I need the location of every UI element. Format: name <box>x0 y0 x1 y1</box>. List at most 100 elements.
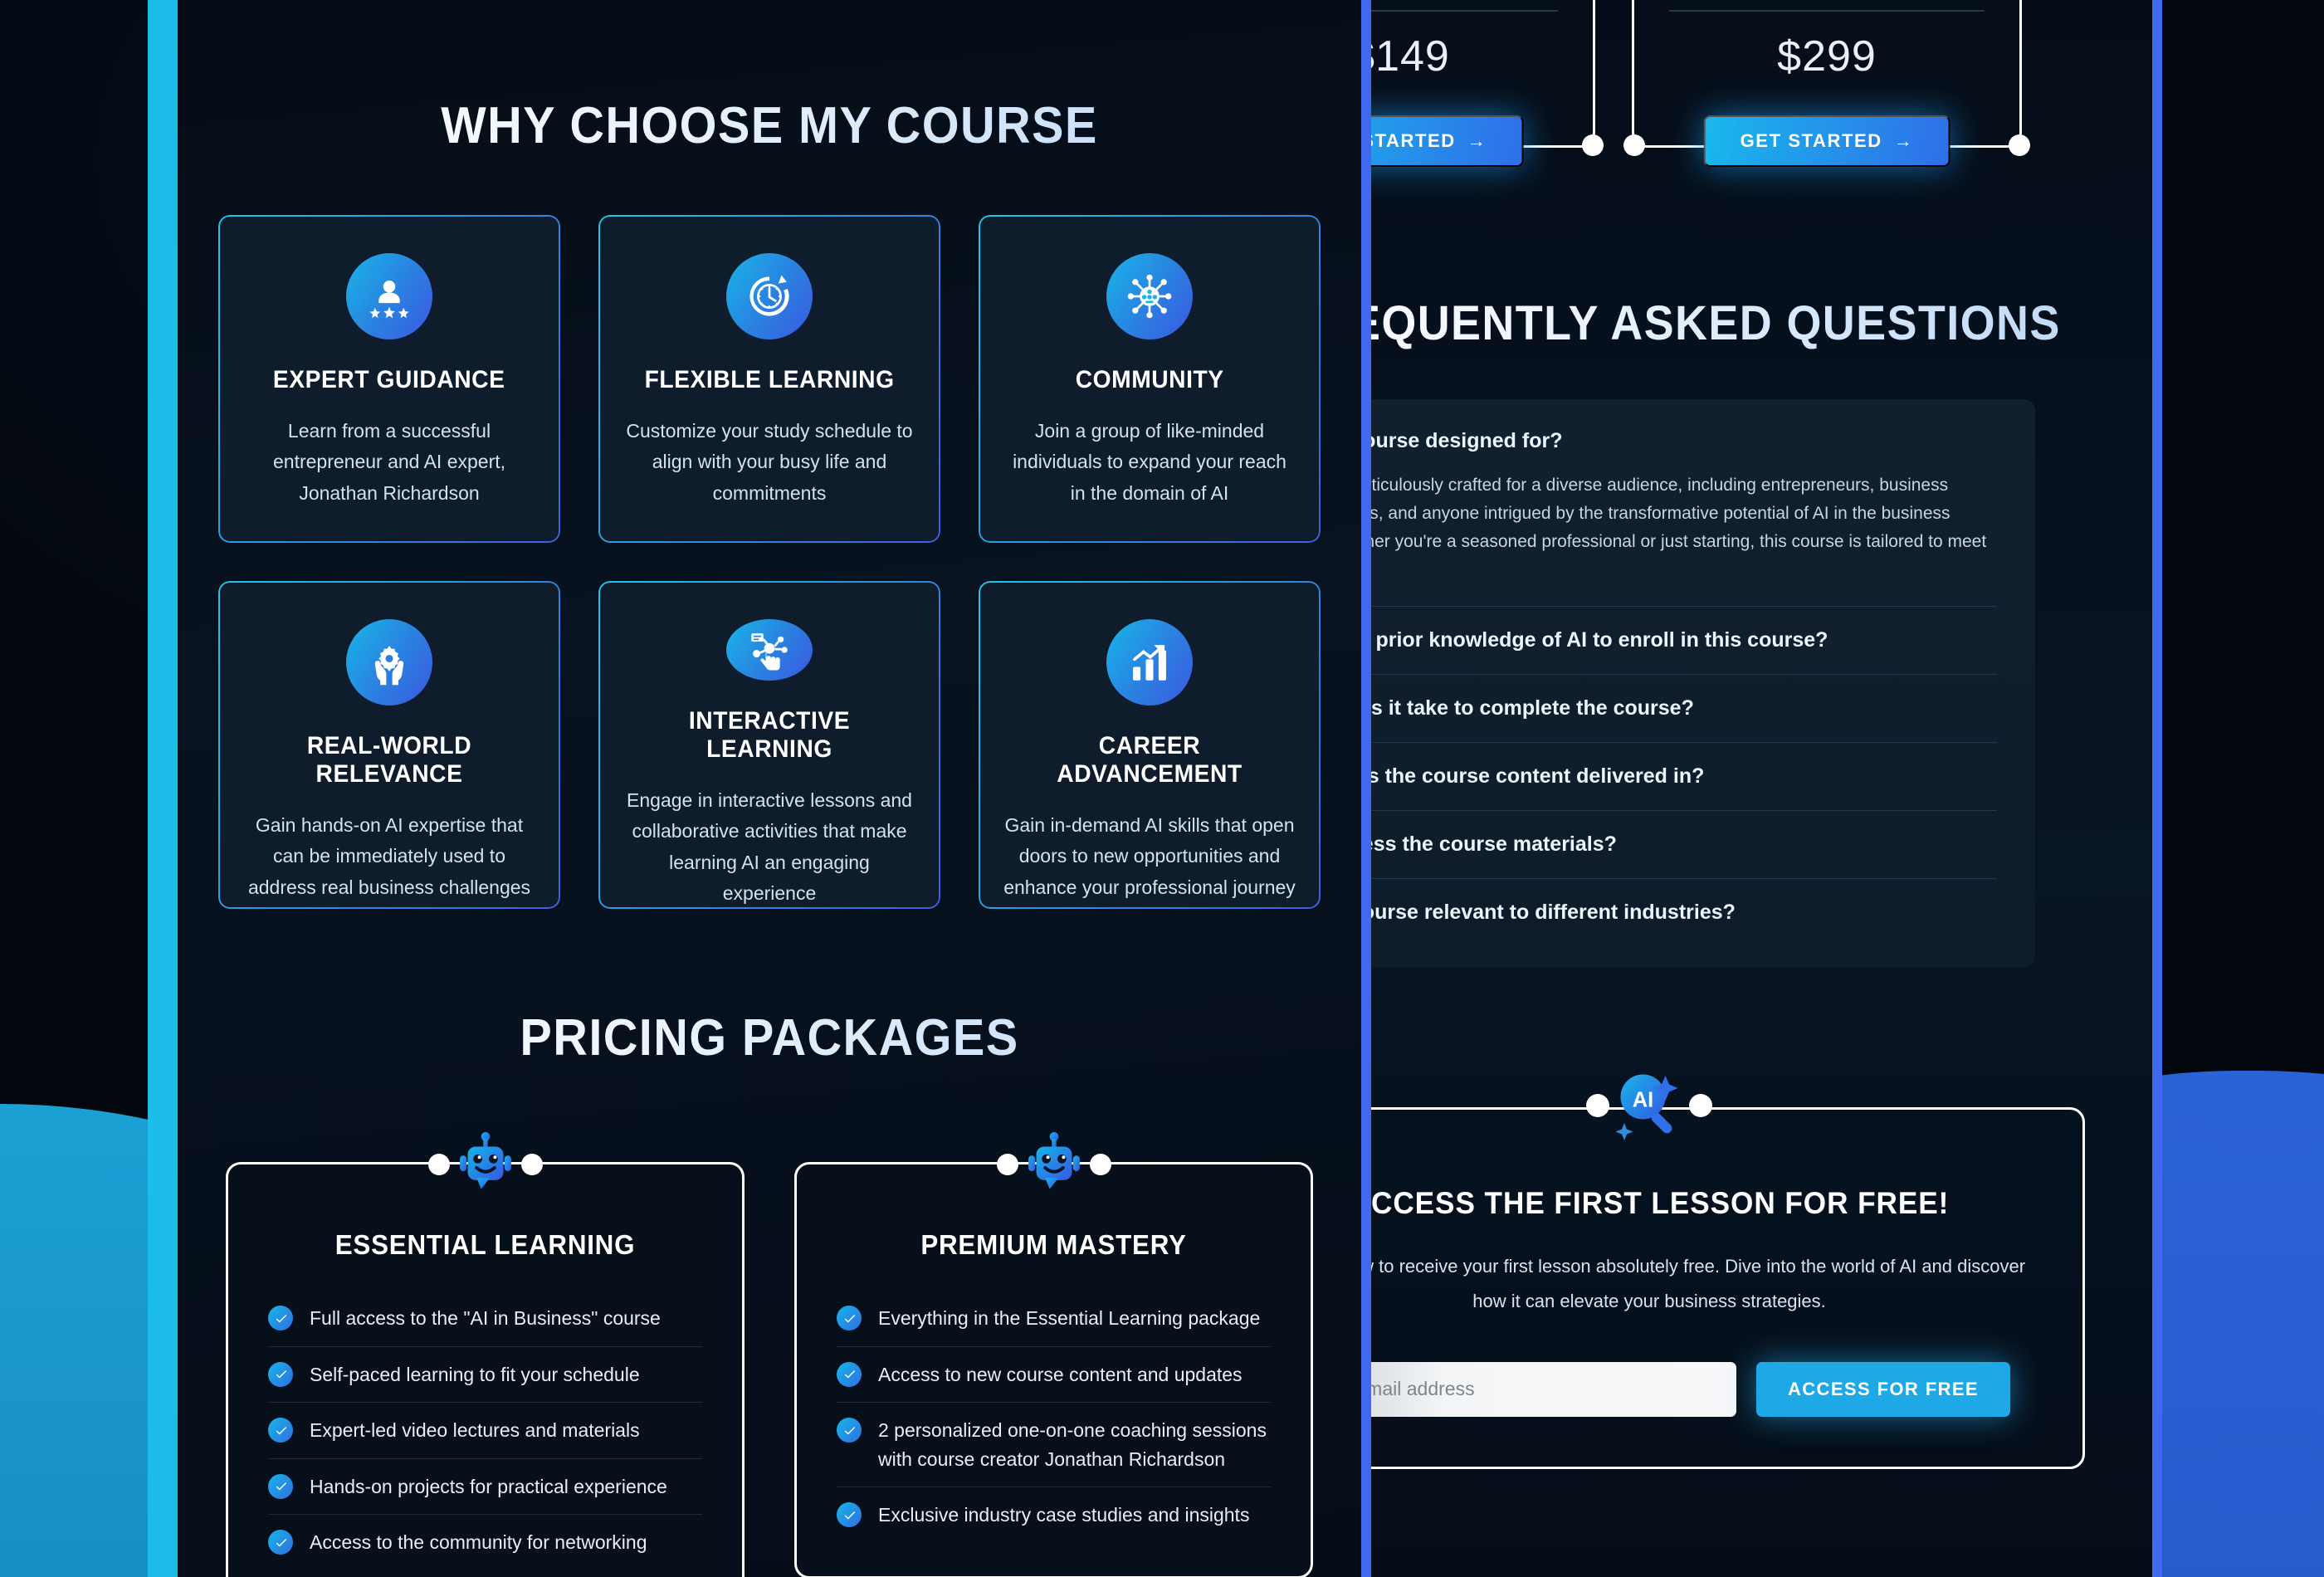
card-left-dot <box>1623 134 1645 156</box>
plan-notch <box>398 1190 573 1193</box>
pricing-title: PRICING PACKAGES <box>219 1008 1320 1067</box>
get-started-button[interactable]: GET STARTED → <box>1361 115 1524 167</box>
plan-title: ESSENTIAL LEARNING <box>334 1229 636 1260</box>
card-divider <box>1668 10 1985 12</box>
plan-box: PREMIUM MASTERY Everything in the Essenti… <box>794 1132 1313 1577</box>
career-growth-chart-icon <box>1106 619 1193 706</box>
plan-feature-label: Expert-led video lectures and materials <box>310 1419 640 1441</box>
plan-feature-label: Access to new course content and updates <box>878 1363 1243 1385</box>
card-right-dot <box>1582 134 1604 156</box>
feature-card-title: EXPERT GUIDANCE <box>273 366 505 393</box>
expert-person-stars-icon <box>346 253 432 339</box>
plan-feature-label: 2 personalized one-on-one coaching sessi… <box>878 1419 1267 1470</box>
feature-card-description: Learn from a successful entrepreneur and… <box>272 420 506 504</box>
feature-card-description: Join a group of like-minded individuals … <box>1013 420 1286 504</box>
plan-feature-item: Self-paced learning to fit your schedule <box>268 1347 702 1403</box>
cta-box: ACCESS THE FIRST LESSON FOR FREE! Sign u… <box>1361 1107 2085 1469</box>
faq-question: Who is this course designed for? <box>1363 429 1563 452</box>
arrow-right-icon: → <box>1467 130 1487 151</box>
faq-question: How do I access the course materials? <box>1361 832 1617 857</box>
plan-box: ESSENTIAL LEARNING Full access to the "AI… <box>226 1132 745 1577</box>
faq-item[interactable]: Who is this course designed for? This cou… <box>1361 408 1997 608</box>
plan-feature-item: Everything in the Essential Learning pac… <box>837 1291 1271 1347</box>
pricing-plan-card: PREMIUM MASTERY Everything in the Essenti… <box>794 1132 1313 1577</box>
feature-card-title: REAL-WORLD RELEVANCE <box>306 732 472 788</box>
faq-list: Who is this course designed for? This cou… <box>1361 399 2035 969</box>
right-window: $149 GET STARTED → $299 GET STARTED → FREQUEN… <box>1361 0 2162 1577</box>
screenshot-root: WHY CHOOSE MY COURSE EXPERT GUIDANCE Lear… <box>0 0 2324 1577</box>
plan-left-dot <box>427 1154 450 1175</box>
plan-feature-item: Expert-led video lectures and materials <box>268 1403 702 1459</box>
feature-card: FLEXIBLE LEARNING Customize your study sc… <box>598 215 940 543</box>
arrow-right-icon: → <box>1893 130 1914 151</box>
cta-subtitle: Sign up now to receive your first lesson… <box>1361 1256 2026 1311</box>
check-circle-icon <box>268 1361 293 1387</box>
feature-card: EXPERT GUIDANCE Learn from a successful e… <box>218 215 560 543</box>
plan-feature-item: 2 personalized one-on-one coaching sessi… <box>837 1403 1271 1487</box>
faq-title: FREQUENTLY ASKED QUESTIONS <box>1371 295 2119 351</box>
get-started-button[interactable]: GET STARTED → <box>1703 115 1950 167</box>
check-circle-icon <box>268 1418 293 1443</box>
access-for-free-button[interactable]: ACCESS FOR FREE <box>1755 1361 2011 1417</box>
feature-card: REAL-WORLD RELEVANCE Gain hands-on AI exp… <box>218 581 560 909</box>
plan-right-dot <box>520 1154 543 1175</box>
pricing-plan-grid: ESSENTIAL LEARNING Full access to the "AI… <box>178 1132 1361 1577</box>
plan-feature-label: Exclusive industry case studies and insi… <box>878 1504 1250 1526</box>
right-pricing-cards-row: $149GET STARTED→ $299 GET STARTED → <box>1371 0 2152 167</box>
faq-answer: This course is meticulously crafted for … <box>1361 476 1987 552</box>
faq-question: How long does it take to complete the co… <box>1361 696 1694 720</box>
right-pricing-card: $299 GET STARTED → <box>1623 0 2030 167</box>
feature-card-title: INTERACTIVE LEARNING <box>688 707 851 763</box>
plan-header-decoration <box>797 1132 1311 1193</box>
plan-feature-item: Access to new course content and updates <box>837 1347 1271 1403</box>
plan-feature-label: Everything in the Essential Learning pac… <box>878 1307 1261 1329</box>
feature-card-description: Engage in interactive lessons and collab… <box>627 789 912 904</box>
faq-item[interactable]: How do I access the course materials? <box>1361 811 1997 880</box>
faq-item[interactable]: How long does it take to complete the co… <box>1361 675 1997 744</box>
pricing-plan-card: ESSENTIAL LEARNING Full access to the "AI… <box>226 1132 745 1577</box>
check-circle-icon <box>837 1306 862 1330</box>
feature-card: COMMUNITY Join a group of like-minded ind… <box>979 215 1321 543</box>
faq-question: What format is the course content delive… <box>1361 764 1705 788</box>
feature-card-description: Gain in-demand AI skills that open doors… <box>1003 814 1296 898</box>
plan-feature-label: Self-paced learning to fit your schedule <box>310 1363 640 1385</box>
plan-notch <box>966 1190 1141 1193</box>
plan-header-decoration <box>228 1132 742 1193</box>
feature-card-title: FLEXIBLE LEARNING <box>644 366 895 393</box>
check-circle-icon <box>268 1473 293 1499</box>
feature-card: INTERACTIVE LEARNING Engage in interactiv… <box>598 581 940 909</box>
left-accent-bar <box>148 0 163 1577</box>
cta-section: AI ACCESS THE FIRST LESSON FOR FREE! Sig… <box>1361 1074 2085 1469</box>
plan-left-dot <box>996 1154 1018 1175</box>
price-value: $299 <box>1777 32 1877 81</box>
plan-feature-item: Full access to the "AI in Business" cour… <box>268 1291 702 1347</box>
plan-feature-item: Access to the community for networking <box>268 1515 702 1570</box>
faq-item[interactable]: How is this course relevant to different… <box>1361 879 1997 946</box>
price-value: $149 <box>1371 32 1450 81</box>
get-started-label: GET STARTED <box>1740 130 1882 151</box>
plan-feature-item: Exclusive industry case studies and insi… <box>837 1487 1271 1543</box>
feature-card-title: CAREER ADVANCEMENT <box>1057 732 1243 788</box>
plan-right-dot <box>1089 1154 1111 1175</box>
check-circle-icon <box>837 1418 862 1443</box>
left-window: WHY CHOOSE MY COURSE EXPERT GUIDANCE Lear… <box>163 0 1361 1577</box>
plan-title: PREMIUM MASTERY <box>920 1229 1187 1260</box>
faq-item[interactable]: Do I need any prior knowledge of AI to e… <box>1371 607 1997 676</box>
community-network-icon <box>1106 253 1193 339</box>
clock-flexible-icon <box>726 253 813 339</box>
check-circle-icon <box>837 1502 862 1527</box>
plan-feature-label: Hands-on projects for practical experien… <box>310 1475 667 1497</box>
plan-feature-label: Access to the community for networking <box>310 1531 647 1553</box>
plan-feature-item: Hands-on projects for practical experien… <box>268 1459 702 1515</box>
feature-card-title: COMMUNITY <box>1075 366 1224 393</box>
feature-card-grid: EXPERT GUIDANCE Learn from a successful e… <box>178 215 1361 909</box>
why-choose-title: WHY CHOOSE MY COURSE <box>219 96 1320 155</box>
get-started-label: GET STARTED <box>1361 130 1456 151</box>
faq-question: How is this course relevant to different… <box>1361 901 1736 925</box>
faq-item[interactable]: What format is the course content delive… <box>1361 743 1997 812</box>
check-circle-icon <box>268 1306 293 1330</box>
feature-card-description: Gain hands-on AI expertise that can be i… <box>247 814 531 898</box>
faq-question: Do I need any prior knowledge of AI to e… <box>1371 628 1828 652</box>
feature-card: CAREER ADVANCEMENT Gain in-demand AI skil… <box>979 581 1321 909</box>
email-input[interactable] <box>1371 1361 1736 1417</box>
